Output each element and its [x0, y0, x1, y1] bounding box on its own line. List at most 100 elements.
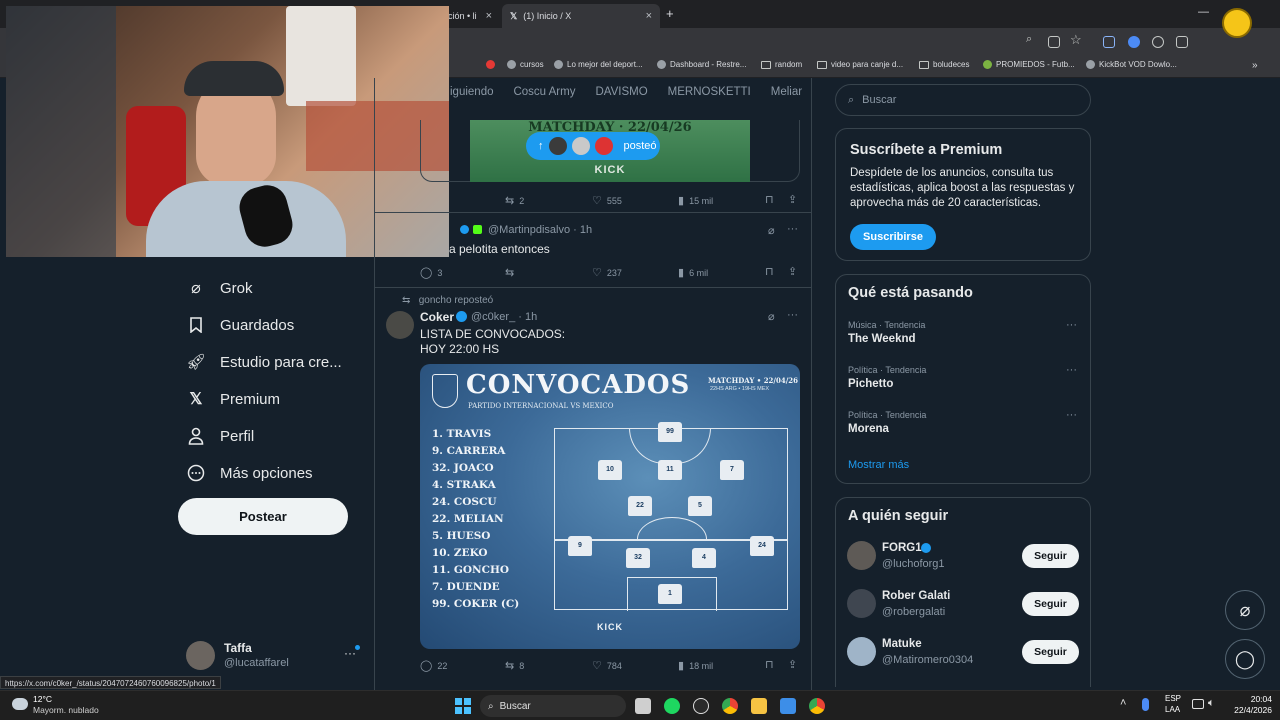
follow-name[interactable]: Rober Galati — [882, 590, 950, 602]
bookmark-dashboard[interactable]: Dashboard - Restre... — [657, 60, 746, 69]
network-icon[interactable] — [1192, 699, 1204, 709]
clock-date[interactable]: 22/4/2026 — [1222, 705, 1272, 715]
views-button[interactable]: ▮ 6 mil — [678, 266, 708, 279]
task-view-icon[interactable] — [635, 698, 651, 714]
lang-bottom[interactable]: LAA — [1165, 705, 1180, 714]
bookmark-button[interactable]: ⊓ — [765, 658, 774, 671]
browser-tab-prev[interactable]: ción • li × — [440, 4, 500, 28]
bookmark-cursos[interactable]: cursos — [507, 60, 544, 69]
store-icon[interactable] — [780, 698, 796, 714]
bookmark-kickbot[interactable]: KickBot VOD Dowlo... — [1086, 60, 1177, 69]
bookmark-deportes[interactable]: Lo mejor del deport... — [554, 60, 643, 69]
share-button[interactable]: ⇪ — [788, 265, 797, 278]
retweet-button[interactable]: ⇆ 8 — [505, 659, 524, 672]
tab-coscu-army[interactable]: Coscu Army — [513, 86, 575, 114]
puzzle-icon[interactable] — [1176, 36, 1188, 48]
more-dots-icon[interactable]: ··· — [1066, 364, 1077, 376]
views-button[interactable]: ▮ 15 mil — [678, 194, 713, 207]
bookmark-button[interactable]: ⊓ — [765, 193, 774, 206]
follow-button[interactable]: Seguir — [1022, 592, 1079, 616]
views-button[interactable]: ▮ 18 mil — [678, 659, 713, 672]
tweet-author-name[interactable]: Coker — [420, 310, 454, 324]
avatar[interactable] — [847, 589, 876, 618]
tab-mernosketti[interactable]: MERNOSKETTI — [668, 86, 751, 114]
retweet-button[interactable]: ⇆ — [505, 266, 514, 279]
app-icon[interactable] — [693, 698, 709, 714]
install-icon[interactable] — [1048, 36, 1060, 48]
reply-button[interactable]: ◯ 22 — [420, 659, 447, 672]
show-more-link[interactable]: Mostrar más — [848, 459, 909, 471]
messages-fab[interactable]: ◯ — [1225, 639, 1265, 679]
follow-name[interactable]: FORG1 — [882, 542, 922, 554]
bookmark-video[interactable]: video para canje d... — [817, 60, 903, 69]
weather-cloud-icon[interactable] — [12, 698, 28, 710]
trend-item[interactable]: Música · Tendencia The Weeknd — [848, 320, 925, 345]
lang-top[interactable]: ESP — [1165, 694, 1181, 703]
grok-icon[interactable]: ⌀ — [768, 224, 775, 237]
more-dots-icon[interactable]: ··· — [787, 309, 798, 321]
grok-icon[interactable]: ⌀ — [768, 310, 775, 323]
volume-icon[interactable]: 🔈︎ — [1208, 697, 1215, 710]
chrome-icon[interactable] — [722, 698, 738, 714]
new-posts-pill[interactable]: ↑ posteó — [526, 132, 660, 160]
file-explorer-icon[interactable] — [751, 698, 767, 714]
clock-time[interactable]: 20:04 — [1240, 694, 1272, 704]
sidebar-item-estudio[interactable]: 🚀︎ Estudio para cre... — [186, 352, 342, 372]
translate-extension-icon[interactable] — [1103, 36, 1115, 48]
like-button[interactable]: ♡ 784 — [592, 659, 622, 672]
minimize-icon[interactable]: — — [1198, 6, 1209, 18]
weather-desc[interactable]: Mayorm. nublado — [33, 705, 99, 715]
sidebar-item-perfil[interactable]: Perfil — [186, 426, 254, 446]
more-dots-icon[interactable]: ··· — [1066, 319, 1077, 331]
like-button[interactable]: ♡ 555 — [592, 194, 622, 207]
tab-davismo[interactable]: DAVISMO — [595, 86, 647, 114]
bookmarks-more[interactable]: » — [1252, 60, 1258, 71]
grok-fab[interactable]: ⌀ — [1225, 590, 1265, 630]
weather-temp[interactable]: 12°C — [33, 694, 52, 704]
share-button[interactable]: ⇪ — [788, 193, 797, 206]
extension-icon[interactable] — [1152, 36, 1164, 48]
avatar[interactable] — [847, 541, 876, 570]
mic-icon[interactable] — [1142, 698, 1149, 711]
more-dots-icon[interactable]: ··· — [787, 223, 798, 235]
reply-button[interactable]: ◯ 3 — [420, 266, 442, 279]
retweet-button[interactable]: ⇆ 2 — [505, 194, 524, 207]
more-dots-icon[interactable]: ··· — [1066, 409, 1077, 421]
extension-icon[interactable] — [1128, 36, 1140, 48]
avatar[interactable] — [386, 311, 414, 339]
tweet-media-convocados[interactable]: CONVOCADOS PARTIDO INTERNACIONAL VS MEXI… — [420, 364, 800, 649]
trend-item[interactable]: Política · Tendencia Morena — [848, 410, 926, 435]
bookmark-promiedos[interactable]: PROMIEDOS - Futb... — [983, 60, 1075, 69]
avatar[interactable] — [847, 637, 876, 666]
close-icon[interactable]: × — [486, 10, 492, 22]
browser-tab-active[interactable]: 𝕏 (1) Inicio / X × — [502, 4, 660, 28]
windows-start-icon[interactable] — [455, 698, 471, 714]
chevron-up-icon[interactable]: ˄ — [1120, 697, 1126, 709]
sidebar-item-mas-opciones[interactable]: Más opciones — [186, 463, 313, 483]
bookmark-icon[interactable] — [486, 60, 495, 69]
sidebar-item-guardados[interactable]: Guardados — [186, 315, 294, 335]
spotify-icon[interactable] — [664, 698, 680, 714]
like-button[interactable]: ♡ 237 — [592, 266, 622, 279]
tab-meliar[interactable]: Meliar — [771, 86, 802, 114]
follow-button[interactable]: Seguir — [1022, 640, 1079, 664]
close-icon[interactable]: × — [646, 10, 652, 22]
bookmark-random[interactable]: random — [761, 60, 802, 69]
trend-item[interactable]: Política · Tendencia Pichetto — [848, 365, 926, 390]
tab-siguiendo[interactable]: iguiendo — [450, 86, 493, 114]
sidebar-item-grok[interactable]: ⌀ Grok — [186, 278, 252, 298]
subscribe-button[interactable]: Suscribirse — [850, 224, 936, 250]
sidebar-item-premium[interactable]: 𝕏 Premium — [186, 389, 280, 409]
share-button[interactable]: ⇪ — [788, 658, 797, 671]
new-tab-button[interactable]: + — [666, 6, 674, 21]
bookmark-button[interactable]: ⊓ — [765, 265, 774, 278]
chrome-icon[interactable] — [809, 698, 825, 714]
star-icon[interactable]: ☆ — [1070, 32, 1082, 48]
search-input[interactable]: ⌕ Buscar — [835, 84, 1091, 116]
bookmark-boludeces[interactable]: boludeces — [919, 60, 969, 69]
post-button[interactable]: Postear — [178, 498, 348, 535]
follow-button[interactable]: Seguir — [1022, 544, 1079, 568]
zoom-icon[interactable]: ⌕ — [1026, 33, 1032, 46]
follow-name[interactable]: Matuke — [882, 638, 922, 650]
account-switcher[interactable]: Taffa @lucataffarel ··· — [186, 640, 366, 674]
